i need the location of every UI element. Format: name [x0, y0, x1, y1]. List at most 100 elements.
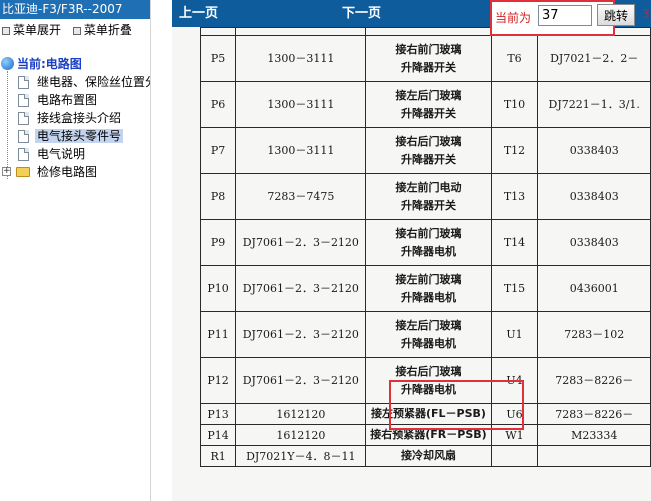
part-number-2: 7283－8226－ — [537, 403, 651, 425]
connector-id-2 — [490, 445, 539, 467]
part-number: DJ7061－2．3－2120 — [235, 357, 367, 404]
prev-page-link[interactable]: 上一页 — [179, 0, 218, 27]
part-number: 1300－3111 — [235, 127, 367, 174]
connector-description: 接左后门玻璃 升降器电机 — [365, 311, 492, 358]
connector-id: P14 — [199, 424, 237, 446]
connector-id: P7 — [199, 127, 237, 174]
expand-icon — [2, 27, 10, 35]
description-line: 接左后门玻璃 — [395, 88, 462, 102]
tree-item-repair-circuits[interactable]: + 检修电路图 — [0, 163, 150, 181]
part-number-2: 0338403 — [537, 127, 651, 174]
tree-item-label: 电气说明 — [37, 147, 86, 161]
part-number-2: DJ7221－1．3/1. — [537, 81, 651, 128]
description-line: 升降器电机 — [400, 244, 456, 258]
tree-item-label: 继电器、保险丝位置分 — [37, 75, 150, 89]
page-count-fragment: 3 — [642, 7, 650, 21]
description-line: 升降器电机 — [400, 336, 456, 350]
current-page-label: 当前为 — [495, 11, 532, 25]
connector-id-2: T14 — [490, 219, 539, 266]
description-line: 接右前门玻璃 — [395, 226, 462, 240]
description-line: 接冷却风扇 — [400, 449, 456, 462]
table-row: P11 DJ7061－2．3－2120 接左后门玻璃 升降器电机 U1 7283－102 — [199, 311, 651, 358]
description-line: 接右前门玻璃 — [395, 42, 462, 56]
connector-description: 接左前门玻璃 升降器电机 — [365, 265, 492, 312]
connector-id: P11 — [199, 311, 237, 358]
expand-plus-icon[interactable]: + — [2, 167, 11, 176]
folder-icon — [16, 167, 30, 177]
tree-item-circuit-layout[interactable]: 电路布置图 — [0, 91, 150, 109]
table-row: P8 7283－7475 接左前门电动 升降器开关 T13 0338403 — [199, 173, 651, 220]
connector-id: P12 — [199, 357, 237, 404]
tree-item-label: 检修电路图 — [37, 165, 98, 179]
connector-description: 接右前门玻璃 升降器开关 — [365, 35, 492, 82]
part-number: 1612120 — [235, 403, 367, 425]
description-line: 接右后门玻璃 — [395, 134, 462, 148]
part-number-2: M23334 — [537, 424, 651, 446]
part-number: DJ7021Y－4．8－11 — [235, 445, 367, 467]
connector-id: P13 — [199, 403, 237, 425]
part-number: 1612120 — [235, 424, 367, 446]
description-line: 升降器电机 — [400, 290, 456, 304]
document-icon — [18, 94, 29, 107]
part-number: DJ7061－2．3－2120 — [235, 265, 367, 312]
document-viewer: 上一页 下一页 P5 1300－3111 接右前门玻璃 升降器开关 T6 DJ7021－2… — [172, 0, 651, 501]
table-row: P9 DJ7061－2．3－2120 接右前门玻璃 升降器电机 T14 0338403 — [199, 219, 651, 266]
connector-id: P6 — [199, 81, 237, 128]
table-row: P5 1300－3111 接右前门玻璃 升降器开关 T6 DJ7021－2．2－ — [199, 35, 651, 82]
table-row: P7 1300－3111 接右后门玻璃 升降器开关 T12 0338403 — [199, 127, 651, 174]
expand-menu-button[interactable]: 菜单展开 — [0, 21, 61, 39]
description-line: 接左前门玻璃 — [395, 272, 462, 286]
collapse-menu-button[interactable]: 菜单折叠 — [71, 21, 132, 39]
collapse-menu-label: 菜单折叠 — [83, 23, 132, 37]
part-number: DJ7061－2．3－2120 — [235, 219, 367, 266]
part-number-2: 0338403 — [537, 219, 651, 266]
part-number: DJ7061－2．3－2120 — [235, 311, 367, 358]
description-line: 升降器开关 — [400, 106, 456, 120]
part-number-2: 0338403 — [537, 173, 651, 220]
connector-description: 接右后门玻璃 升降器开关 — [365, 127, 492, 174]
globe-icon — [1, 57, 14, 70]
tree-item-electrical-notes[interactable]: 电气说明 — [0, 145, 150, 163]
connector-id-2: T13 — [490, 173, 539, 220]
part-number-2: DJ7021－2．2－ — [537, 35, 651, 82]
connector-id: R1 — [199, 445, 237, 467]
expand-menu-label: 菜单展开 — [13, 23, 62, 37]
connector-id: P9 — [199, 219, 237, 266]
connector-id-2: T15 — [490, 265, 539, 312]
document-icon — [18, 148, 29, 161]
part-number-2 — [537, 445, 651, 467]
part-number: 1300－3111 — [235, 81, 367, 128]
jump-button[interactable]: 跳转 — [597, 4, 635, 26]
description-line: 升降器开关 — [400, 198, 456, 212]
connector-id: P8 — [199, 173, 237, 220]
page-jump-box: 当前为 跳转 — [490, 0, 635, 36]
panel-splitter[interactable] — [150, 0, 163, 501]
connector-id: P10 — [199, 265, 237, 312]
app-title: 比亚迪-F3/F3R--2007 — [0, 0, 150, 19]
document-icon — [18, 112, 29, 125]
connector-id-2: U1 — [490, 311, 539, 358]
tree-root[interactable]: 当前:电路图 — [0, 55, 150, 73]
connector-id-2: T12 — [490, 127, 539, 174]
tree-view: 当前:电路图 继电器、保险丝位置分 电路布置图 接线盒接头介绍 电气接头零件号 … — [0, 55, 150, 181]
next-page-link[interactable]: 下一页 — [342, 0, 381, 27]
connector-description: 接冷却风扇 — [365, 445, 492, 467]
connector-description: 接左后门玻璃 升降器开关 — [365, 81, 492, 128]
table-row: P10 DJ7061－2．3－2120 接左前门玻璃 升降器电机 T15 0436001 — [199, 265, 651, 312]
page-number-input[interactable] — [538, 5, 592, 26]
connector-description: 接右前门玻璃 升降器电机 — [365, 219, 492, 266]
tree-item-junction-box[interactable]: 接线盒接头介绍 — [0, 109, 150, 127]
table-row: R1 DJ7021Y－4．8－11 接冷却风扇 — [199, 445, 651, 467]
part-number-2: 7283－8226－ — [537, 357, 651, 404]
tree-item-label: 电路布置图 — [37, 93, 98, 107]
description-line: 接左前门电动 — [395, 180, 462, 194]
description-line: 升降器开关 — [400, 60, 456, 74]
tree-item-connector-part-numbers[interactable]: 电气接头零件号 — [0, 127, 150, 145]
part-number: 7283－7475 — [235, 173, 367, 220]
connector-description: 接左前门电动 升降器开关 — [365, 173, 492, 220]
navigation-panel: 比亚迪-F3/F3R--2007 菜单展开 菜单折叠 当前:电路图 继电器、保险… — [0, 0, 150, 501]
tree-root-label: 当前:电路图 — [17, 57, 82, 71]
tree-item-relay-fuse[interactable]: 继电器、保险丝位置分 — [0, 73, 150, 91]
highlight-box — [389, 380, 524, 430]
tree-item-label: 接线盒接头介绍 — [37, 111, 122, 125]
